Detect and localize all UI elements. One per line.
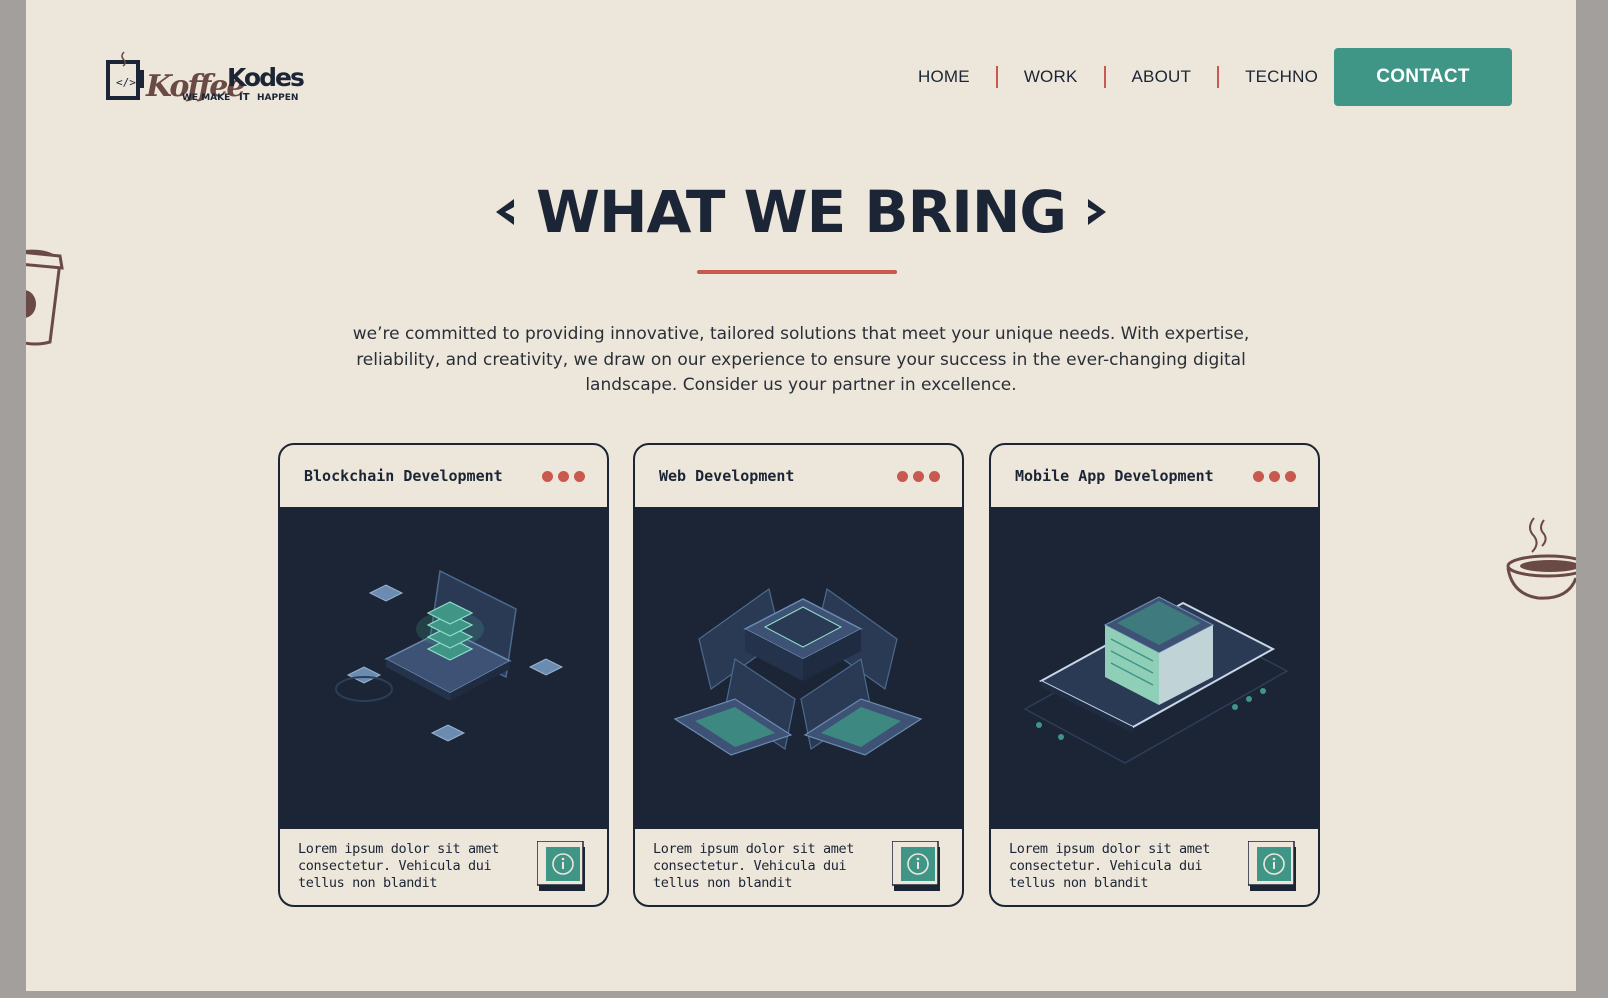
info-icon[interactable] (1248, 841, 1300, 893)
service-card-blockchain[interactable]: Blockchain Development Lorem ipsum dolor… (278, 443, 609, 907)
card-header: Mobile App Development (991, 445, 1318, 509)
main-nav: HOME WORK ABOUT TECHNO (918, 66, 1318, 88)
nav-divider (1217, 66, 1220, 88)
logo[interactable]: </> Koffee Kodes WE MAKE IT HAPPEN (106, 48, 306, 104)
chevron-left-icon (495, 199, 514, 225)
nav-about[interactable]: ABOUT (1132, 67, 1192, 87)
nav-divider (995, 66, 998, 88)
nav-divider (1103, 66, 1106, 88)
coffee-cup-icon (26, 249, 64, 346)
svg-text:WE MAKE: WE MAKE (182, 93, 230, 103)
blockchain-illustration (280, 509, 607, 827)
nav-home[interactable]: HOME (918, 67, 970, 87)
card-footer: Lorem ipsum dolor sit amet consectetur. … (280, 827, 607, 905)
card-description: Lorem ipsum dolor sit amet consectetur. … (298, 841, 499, 891)
card-title: Blockchain Development (304, 467, 503, 485)
chevron-right-icon (1088, 199, 1107, 225)
window-dots (542, 470, 585, 482)
service-card-mobile[interactable]: Mobile App Development Lorem ipsum dolor… (989, 443, 1320, 907)
mobile-dev-illustration (991, 509, 1318, 827)
nav-work[interactable]: WORK (1024, 67, 1078, 87)
svg-text:IT: IT (239, 92, 250, 103)
card-description: Lorem ipsum dolor sit amet consectetur. … (653, 841, 854, 891)
card-header: Blockchain Development (280, 445, 607, 509)
section-intro: we’re committed to providing innovative,… (352, 324, 1250, 395)
card-footer: Lorem ipsum dolor sit amet consectetur. … (991, 827, 1318, 905)
card-footer: Lorem ipsum dolor sit amet consectetur. … (635, 827, 962, 905)
title-underline (697, 270, 897, 274)
section-title: WHAT WE BRING (535, 178, 1067, 246)
page: </> Koffee Kodes WE MAKE IT HAPPEN HOME … (26, 0, 1576, 991)
service-card-web[interactable]: Web Development Lorem ipsum dolor sit am… (633, 443, 964, 907)
contact-button[interactable]: CONTACT (1334, 48, 1512, 106)
window-dots (1253, 470, 1296, 482)
svg-text:HAPPEN: HAPPEN (257, 93, 298, 103)
coffee-mug-icon (1506, 517, 1576, 600)
card-title: Web Development (659, 467, 795, 485)
info-icon[interactable] (537, 841, 589, 893)
card-description: Lorem ipsum dolor sit amet consectetur. … (1009, 841, 1210, 891)
svg-text:Kodes: Kodes (227, 63, 304, 92)
section-header: WHAT WE BRING (26, 178, 1576, 246)
card-header: Web Development (635, 445, 962, 509)
info-icon[interactable] (892, 841, 944, 893)
nav-techno[interactable]: TECHNO (1245, 67, 1318, 87)
logo-mark: </> Koffee Kodes WE MAKE IT HAPPEN (106, 51, 306, 104)
window-dots (897, 470, 940, 482)
svg-text:</>: </> (116, 76, 136, 89)
web-dev-illustration (635, 509, 962, 827)
card-title: Mobile App Development (1015, 467, 1214, 485)
